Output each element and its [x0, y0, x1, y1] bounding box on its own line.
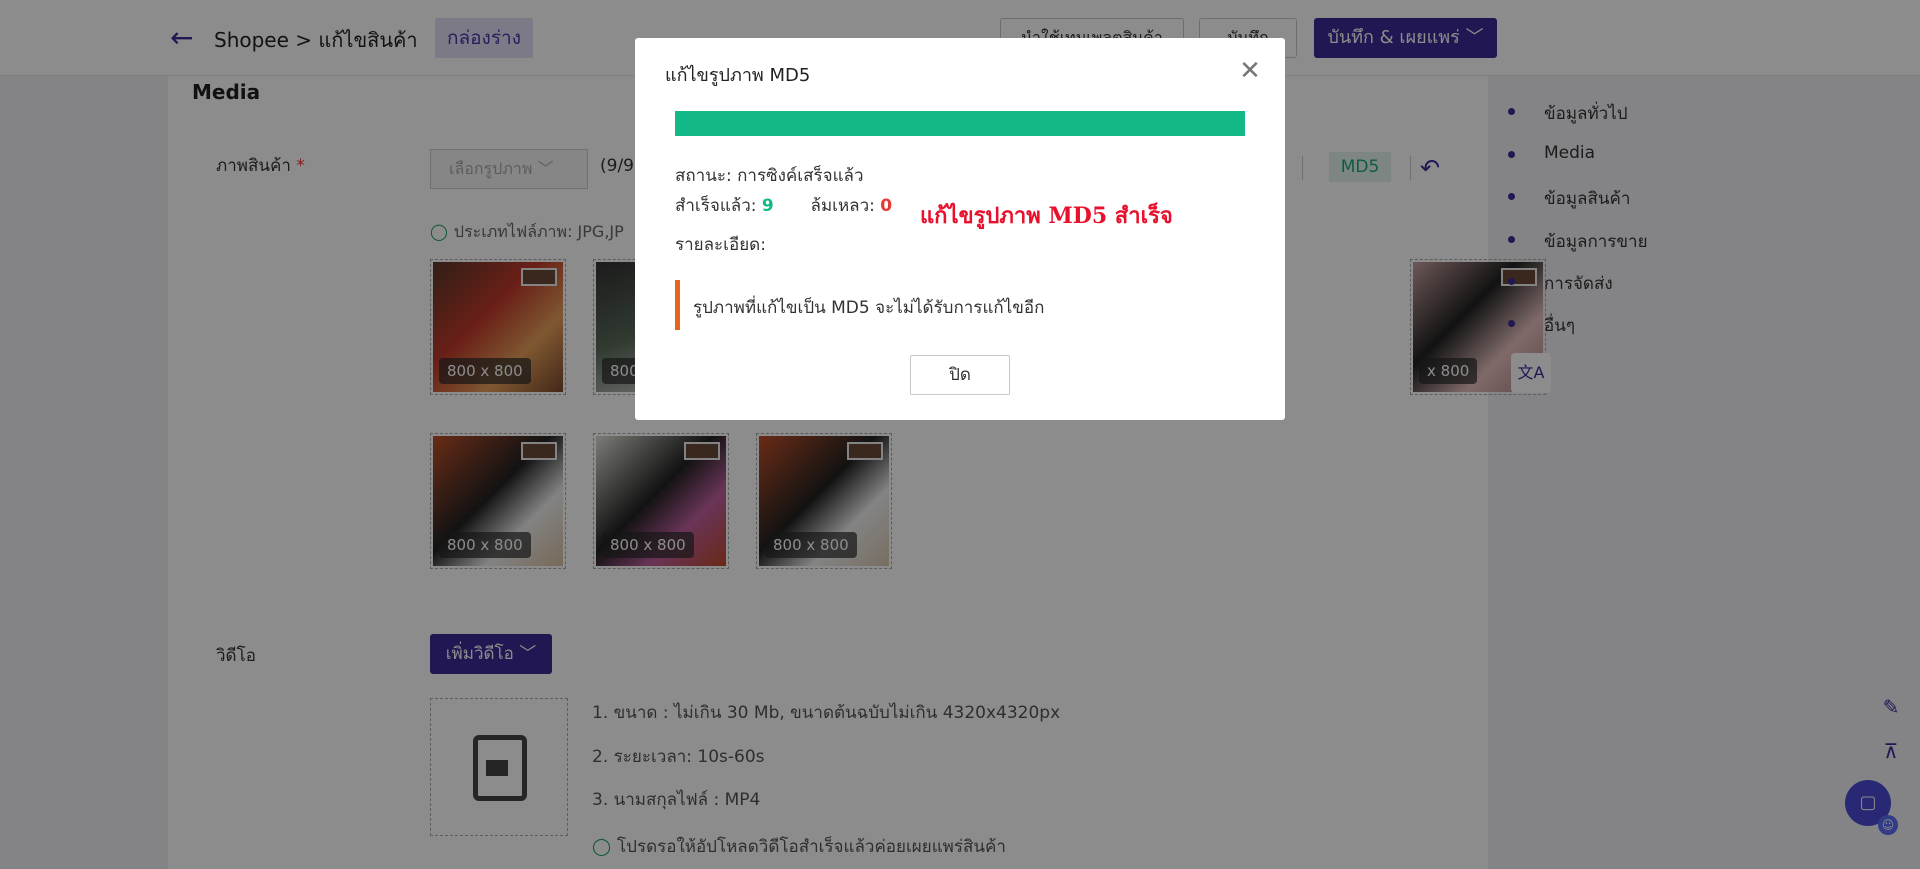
warning-notice: รูปภาพที่แก้ไขเป็น MD5 จะไม่ได้รับการแก้… — [675, 280, 1245, 330]
fail-count: 0 — [880, 196, 893, 216]
success-message: แก้ไขรูปภาพ MD5 สำเร็จ — [920, 203, 1173, 229]
sync-status: สถานะ: การซิงค์เสร็จแล้ว — [675, 166, 864, 186]
success-label: สำเร็จแล้ว: — [675, 196, 757, 216]
fail-label: ล้มเหลว: — [810, 196, 875, 216]
close-button[interactable]: ปิด — [910, 355, 1010, 395]
progress-fill — [675, 111, 1245, 136]
details-label: รายละเอียด: — [675, 235, 766, 255]
dialog-title: แก้ไขรูปภาพ MD5 — [665, 65, 811, 86]
success-count: 9 — [761, 196, 774, 216]
result-counts: สำเร็จแล้ว: 9 ล้มเหลว: 0 — [675, 192, 892, 219]
progress-bar — [675, 111, 1245, 136]
md5-edit-dialog: แก้ไขรูปภาพ MD5 ✕ สถานะ: การซิงค์เสร็จแล… — [635, 38, 1285, 420]
warning-text: รูปภาพที่แก้ไขเป็น MD5 จะไม่ได้รับการแก้… — [693, 298, 1045, 318]
close-icon[interactable]: ✕ — [1235, 56, 1265, 86]
